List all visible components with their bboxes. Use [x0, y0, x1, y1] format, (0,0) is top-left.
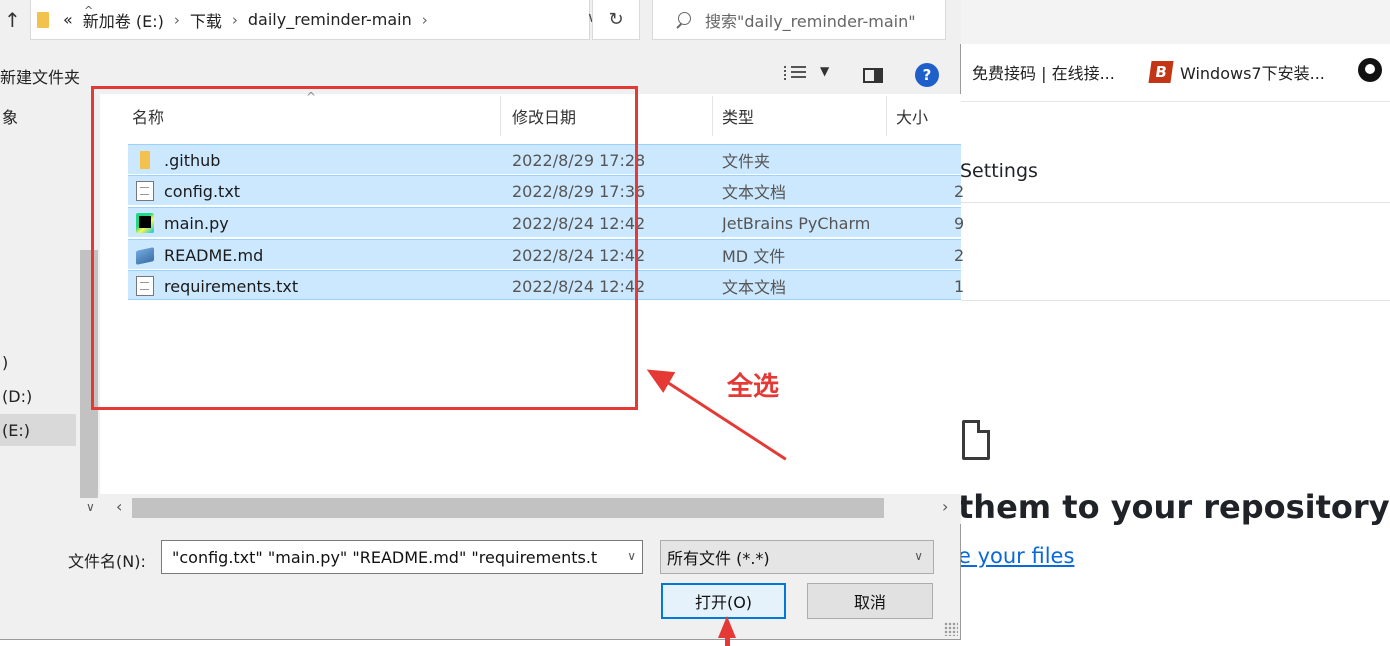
file-type: 文本文档 — [722, 183, 787, 202]
choose-files-link[interactable]: e your files — [958, 544, 1074, 568]
search-input[interactable]: 搜索"daily_reminder-main" — [652, 0, 946, 40]
chevron-down-icon: ∨ — [914, 549, 923, 563]
refresh-button[interactable]: ↻ — [592, 0, 640, 40]
refresh-icon: ↻ — [608, 9, 624, 30]
select-all-highlight-box — [91, 86, 638, 410]
nav-item-drive-c[interactable]: ) — [0, 346, 76, 378]
new-folder-button[interactable]: 新建文件夹 — [0, 64, 80, 88]
chevron-down-icon[interactable]: ∨ — [86, 500, 95, 514]
bookmarks-bar: 免费接码 | 在线接... B Windows7下安装... — [960, 44, 1390, 102]
chevron-right-icon[interactable]: › — [174, 11, 180, 29]
file-type-selected: 所有文件 (*.*) — [667, 549, 770, 568]
file-size: 2 — [954, 245, 964, 265]
up-arrow-icon[interactable]: ↑ — [4, 8, 21, 32]
address-row: ↑ « 新加卷 (E:) › 下载 › daily_reminder-main … — [0, 0, 961, 44]
breadcrumb-overflow[interactable]: « — [63, 10, 73, 29]
file-type: 文件夹 — [722, 152, 771, 171]
filename-value: "config.txt" "main.py" "README.md" "requ… — [172, 547, 598, 567]
chevron-right-icon[interactable]: › — [232, 11, 238, 29]
divider — [960, 300, 1390, 301]
file-size — [954, 145, 964, 175]
browser-tab-strip — [960, 0, 1390, 44]
column-header-size[interactable]: 大小 — [896, 94, 928, 138]
file-type: 文本文档 — [722, 278, 787, 297]
bookmark-label: Windows7下安装... — [1180, 64, 1325, 83]
resize-grip-icon[interactable] — [944, 622, 958, 636]
chevron-left-icon[interactable]: ‹ — [116, 497, 122, 516]
search-placeholder: 搜索"daily_reminder-main" — [705, 11, 916, 31]
file-size: 2 — [954, 181, 964, 201]
filename-label: 文件名(N): — [68, 552, 146, 571]
divider — [960, 202, 1390, 203]
file-size: 9 — [954, 213, 964, 233]
nav-item-drive-e[interactable]: (E:) — [0, 414, 76, 446]
file-icon — [962, 420, 990, 460]
view-dropdown-icon[interactable]: ▼ — [820, 64, 829, 78]
file-type: JetBrains PyCharm — [722, 213, 871, 233]
horizontal-scrollbar[interactable]: ‹ › — [100, 494, 961, 524]
search-icon — [675, 11, 691, 28]
select-all-annotation: 全选 — [727, 372, 780, 402]
column-divider[interactable] — [712, 96, 713, 136]
breadcrumb-drive[interactable]: 新加卷 (E:) — [83, 8, 164, 32]
horizontal-scrollbar-thumb[interactable] — [132, 498, 884, 518]
brand-b-icon: B — [1148, 61, 1174, 83]
chevron-right-icon[interactable]: › — [942, 497, 948, 516]
folder-icon — [37, 11, 49, 28]
github-icon[interactable] — [1358, 58, 1382, 82]
file-type-select[interactable]: 所有文件 (*.*) ∨ — [660, 540, 934, 574]
column-divider[interactable] — [886, 96, 887, 136]
bookmark-label: 免费接码 | 在线接... — [972, 64, 1115, 83]
upload-headline: them to your repository — [958, 488, 1390, 526]
file-type: MD 文件 — [722, 247, 786, 266]
bookmark-item-2[interactable]: B Windows7下安装... — [1148, 60, 1325, 84]
chevron-right-icon[interactable]: › — [422, 11, 428, 29]
nav-item-drive-d[interactable]: (D:) — [0, 380, 76, 412]
open-button[interactable]: 打开(O) — [661, 583, 786, 619]
settings-tab[interactable]: Settings — [960, 160, 1038, 182]
chevron-down-icon[interactable]: ∨ — [623, 549, 636, 563]
nav-item-pictures[interactable]: 象 — [0, 100, 76, 132]
bookmark-item-1[interactable]: 免费接码 | 在线接... — [972, 60, 1115, 84]
file-size: 1 — [954, 276, 964, 296]
column-header-type[interactable]: 类型 — [722, 94, 754, 138]
breadcrumb-current-folder[interactable]: daily_reminder-main — [248, 10, 412, 29]
help-icon[interactable]: ? — [915, 63, 939, 87]
view-list-icon[interactable] — [784, 66, 806, 82]
address-bar[interactable]: « 新加卷 (E:) › 下载 › daily_reminder-main › … — [30, 0, 597, 40]
filename-input[interactable]: "config.txt" "main.py" "README.md" "requ… — [161, 540, 643, 574]
preview-pane-icon[interactable] — [863, 68, 883, 83]
cancel-button[interactable]: 取消 — [807, 583, 933, 619]
breadcrumb-downloads[interactable]: 下载 — [190, 8, 222, 32]
scroll-up-icon[interactable]: ^ — [84, 4, 93, 17]
annotation-arrow-stem — [725, 634, 730, 646]
